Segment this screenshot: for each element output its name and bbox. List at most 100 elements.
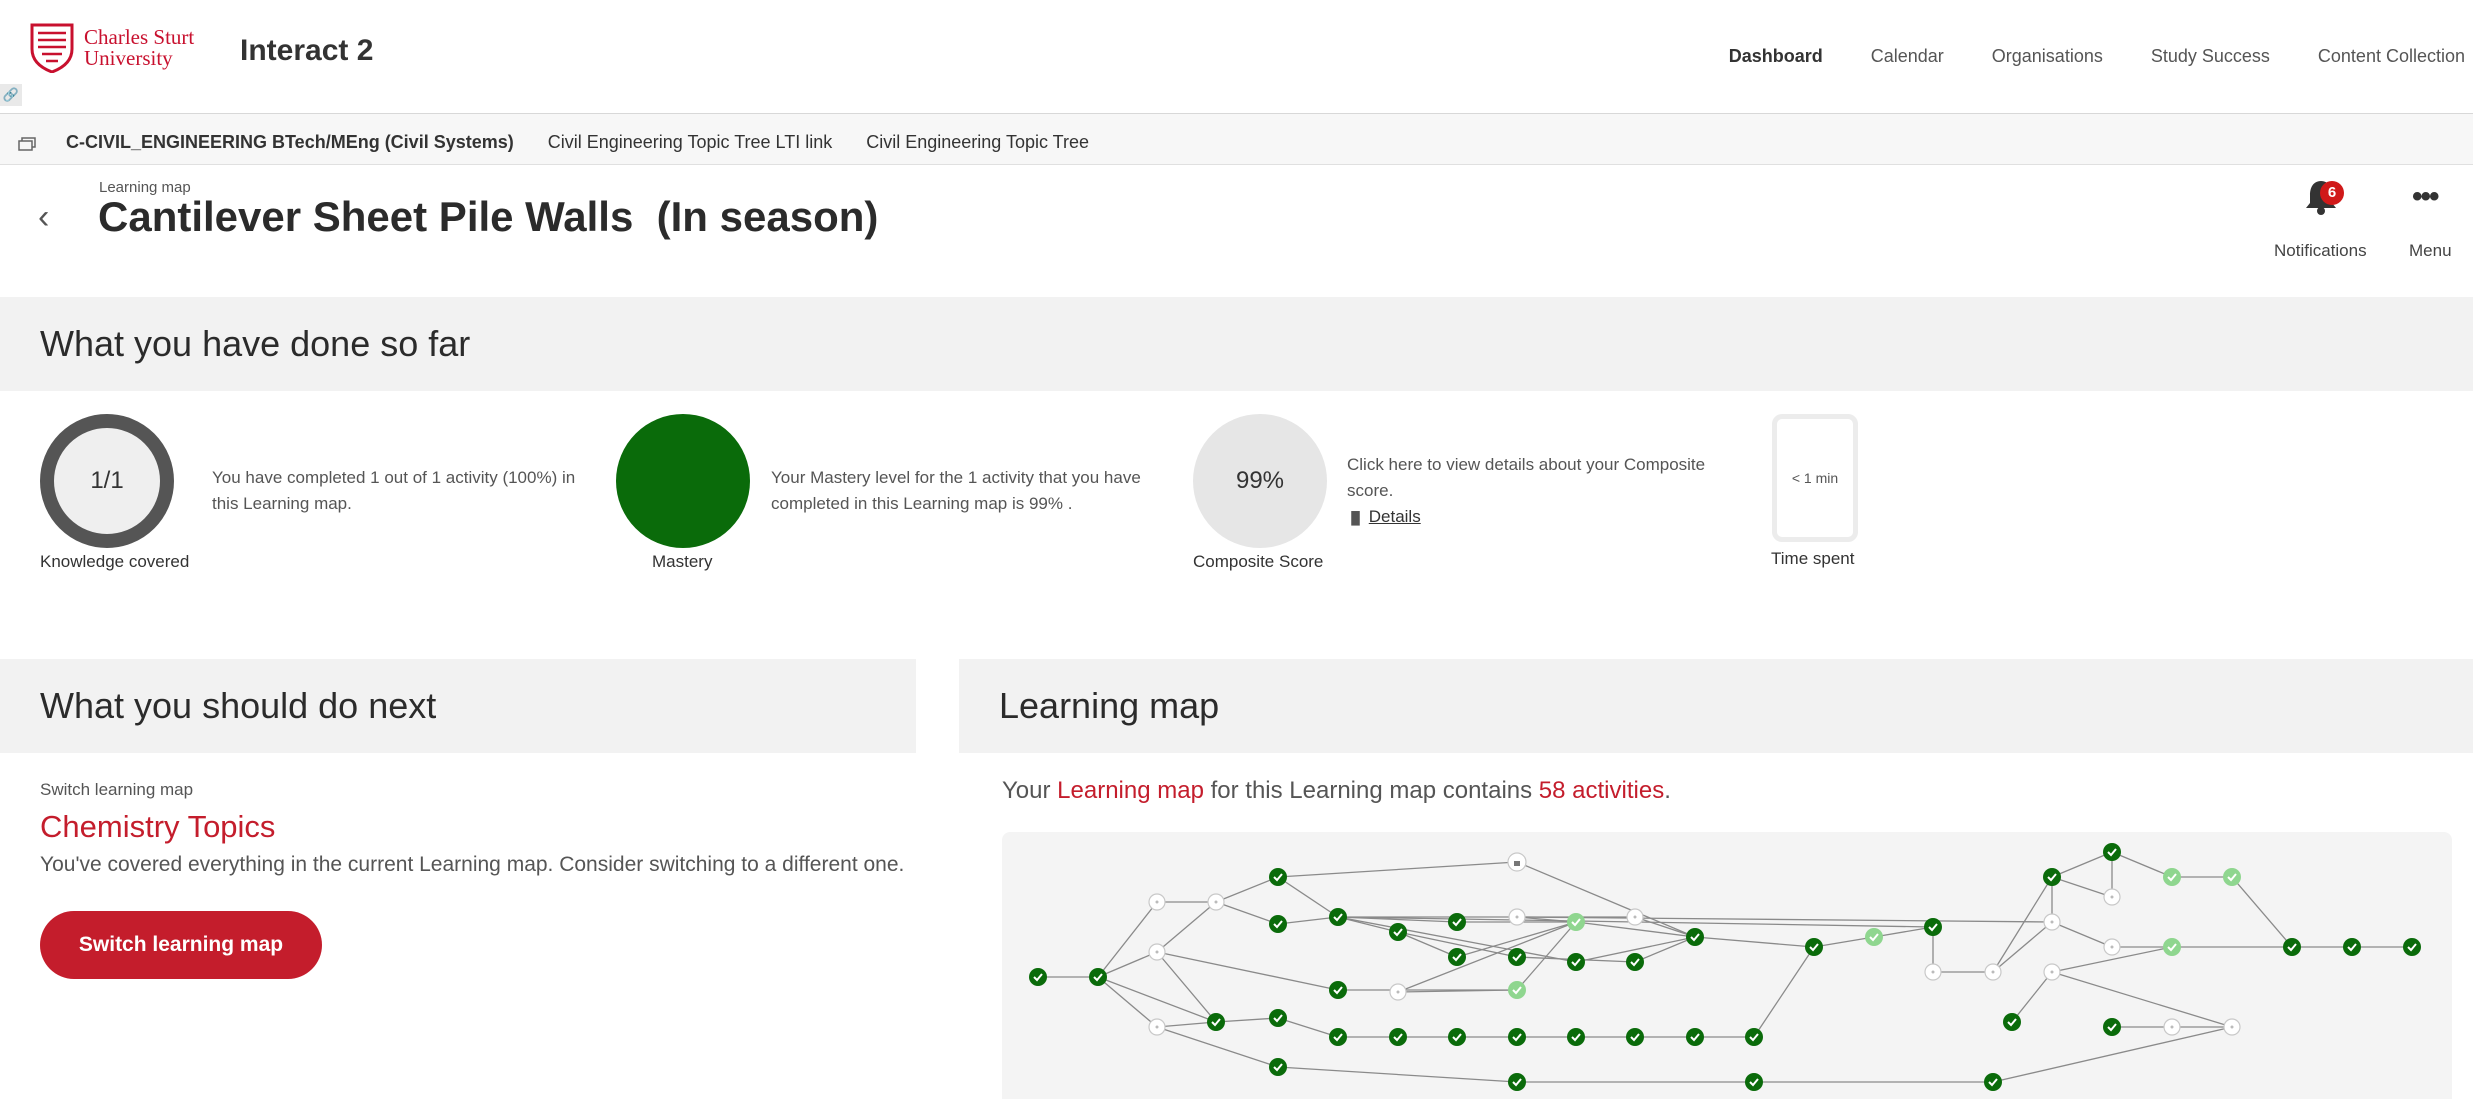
lock-icon <box>1514 861 1520 866</box>
learning-map-heading: Learning map <box>999 685 1220 726</box>
map-activity-node[interactable] <box>2343 938 2361 956</box>
map-activity-node[interactable] <box>1567 1028 1585 1046</box>
map-activity-node[interactable] <box>1389 1028 1407 1046</box>
map-edge <box>1277 1066 1518 1083</box>
suggested-map-link[interactable]: Chemistry Topics <box>40 809 275 845</box>
map-edge <box>1097 901 1158 978</box>
map-activity-node[interactable] <box>1448 1028 1466 1046</box>
map-activity-node[interactable] <box>2103 938 2121 956</box>
done-heading: What you have done so far <box>40 323 471 364</box>
nav-organisations[interactable]: Organisations <box>1992 46 2103 67</box>
knowledge-text: You have completed 1 out of 1 activity (… <box>212 468 576 513</box>
map-activity-node[interactable] <box>1626 1028 1644 1046</box>
map-activity-node[interactable] <box>1269 868 1287 886</box>
nav-study-success[interactable]: Study Success <box>2151 46 2270 67</box>
map-activity-node[interactable] <box>2043 963 2061 981</box>
map-activity-node[interactable] <box>1508 908 1526 926</box>
map-activity-node[interactable] <box>1448 948 1466 966</box>
map-activity-node[interactable] <box>1686 1028 1704 1046</box>
back-icon[interactable]: ‹ <box>38 198 49 237</box>
composite-description: Click here to view details about your Co… <box>1347 455 1706 500</box>
map-activity-node[interactable] <box>1148 943 1166 961</box>
map-edge <box>1097 976 1158 1028</box>
map-edge <box>1694 936 1815 948</box>
map-activity-node[interactable] <box>2223 1018 2241 1036</box>
map-activity-node[interactable] <box>1745 1028 1763 1046</box>
topic-tree-link[interactable]: Civil Engineering Topic Tree <box>866 132 1089 153</box>
map-edge <box>1813 936 1875 948</box>
course-menu-icon[interactable] <box>18 137 36 156</box>
map-activity-node[interactable] <box>1865 928 1883 946</box>
mastery-circle <box>616 414 750 548</box>
map-activity-node[interactable] <box>2103 843 2121 861</box>
map-activity-node[interactable] <box>1329 908 1347 926</box>
map-activity-node[interactable] <box>1389 983 1407 1001</box>
map-activity-node[interactable] <box>2043 913 2061 931</box>
map-activity-node[interactable] <box>2043 868 2061 886</box>
map-activity-node[interactable] <box>1329 1028 1347 1046</box>
switch-learning-map-button[interactable]: Switch learning map <box>40 911 322 979</box>
map-activity-node[interactable] <box>2103 1018 2121 1036</box>
map-activity-node[interactable] <box>1508 981 1526 999</box>
map-edge <box>2051 876 2113 898</box>
map-activity-node[interactable] <box>1089 968 1107 986</box>
map-activity-node[interactable] <box>1269 1058 1287 1076</box>
map-activity-node[interactable] <box>1984 963 2002 981</box>
map-edge <box>1215 901 1279 925</box>
map-activity-node[interactable] <box>1567 913 1585 931</box>
learning-map-summary: Your Learning map for this Learning map … <box>1002 777 1671 805</box>
map-activity-node[interactable] <box>1567 953 1585 971</box>
details-link[interactable]: Details <box>1369 507 1421 526</box>
map-activity-node[interactable] <box>1207 1013 1225 1031</box>
learning-map-link[interactable]: Learning map <box>1057 777 1204 804</box>
map-activity-node[interactable] <box>1389 923 1407 941</box>
composite-score-circle[interactable]: 99% <box>1193 414 1327 548</box>
map-activity-node[interactable] <box>1626 953 1644 971</box>
map-activity-node[interactable] <box>2163 868 2181 886</box>
nav-content-collection[interactable]: Content Collection <box>2318 46 2465 67</box>
map-activity-node[interactable] <box>1329 981 1347 999</box>
map-activity-node[interactable] <box>1148 893 1166 911</box>
nav-calendar[interactable]: Calendar <box>1871 46 1944 67</box>
mastery-text: Your Mastery level for the 1 activity th… <box>771 468 1141 513</box>
composite-caption: Composite Score <box>1193 552 1324 571</box>
map-activity-node[interactable] <box>1207 893 1225 911</box>
map-activity-node[interactable] <box>2103 888 2121 906</box>
map-edge <box>1992 876 2053 973</box>
map-activity-node[interactable] <box>1508 1073 1526 1091</box>
map-activity-node[interactable] <box>1269 1009 1287 1027</box>
map-activity-node[interactable] <box>2163 938 2181 956</box>
knowledge-caption: Knowledge covered <box>40 552 190 571</box>
menu-icon[interactable]: ••• <box>2412 180 2439 214</box>
map-activity-node[interactable] <box>1448 913 1466 931</box>
topic-tree-lti-link[interactable]: Civil Engineering Topic Tree LTI link <box>548 132 832 153</box>
map-activity-node[interactable] <box>1745 1073 1763 1091</box>
time-caption: Time spent <box>1771 549 1855 568</box>
map-edge <box>2051 921 2113 948</box>
map-activity-node[interactable] <box>1924 963 1942 981</box>
map-activity-node[interactable] <box>2223 868 2241 886</box>
map-activity-node[interactable] <box>2163 1018 2181 1036</box>
map-activity-node[interactable] <box>1626 908 1644 926</box>
map-activity-node[interactable] <box>1805 938 1823 956</box>
map-activity-node[interactable] <box>1269 915 1287 933</box>
map-edge <box>1215 1017 1279 1023</box>
map-activity-node[interactable] <box>1508 948 1526 966</box>
map-edge <box>2051 971 2233 1028</box>
university-logo[interactable]: Charles Sturt University <box>30 22 194 74</box>
map-activity-node[interactable] <box>1148 1018 1166 1036</box>
course-link[interactable]: C-CIVIL_ENGINEERING BTech/MEng (Civil Sy… <box>66 132 514 153</box>
map-activity-node[interactable] <box>1984 1073 2002 1091</box>
map-activity-node[interactable] <box>2003 1013 2021 1031</box>
map-activity-node[interactable] <box>1686 928 1704 946</box>
map-edge <box>1277 876 1339 918</box>
link-icon[interactable]: 🔗 <box>0 84 22 106</box>
map-activity-node[interactable] <box>2403 938 2421 956</box>
map-activity-node[interactable] <box>1507 852 1527 872</box>
map-activity-node[interactable] <box>1029 968 1047 986</box>
map-activity-node[interactable] <box>1508 1028 1526 1046</box>
map-activity-node[interactable] <box>2283 938 2301 956</box>
nav-dashboard[interactable]: Dashboard <box>1729 46 1823 67</box>
map-edge <box>1277 861 1518 878</box>
map-activity-node[interactable] <box>1924 918 1942 936</box>
